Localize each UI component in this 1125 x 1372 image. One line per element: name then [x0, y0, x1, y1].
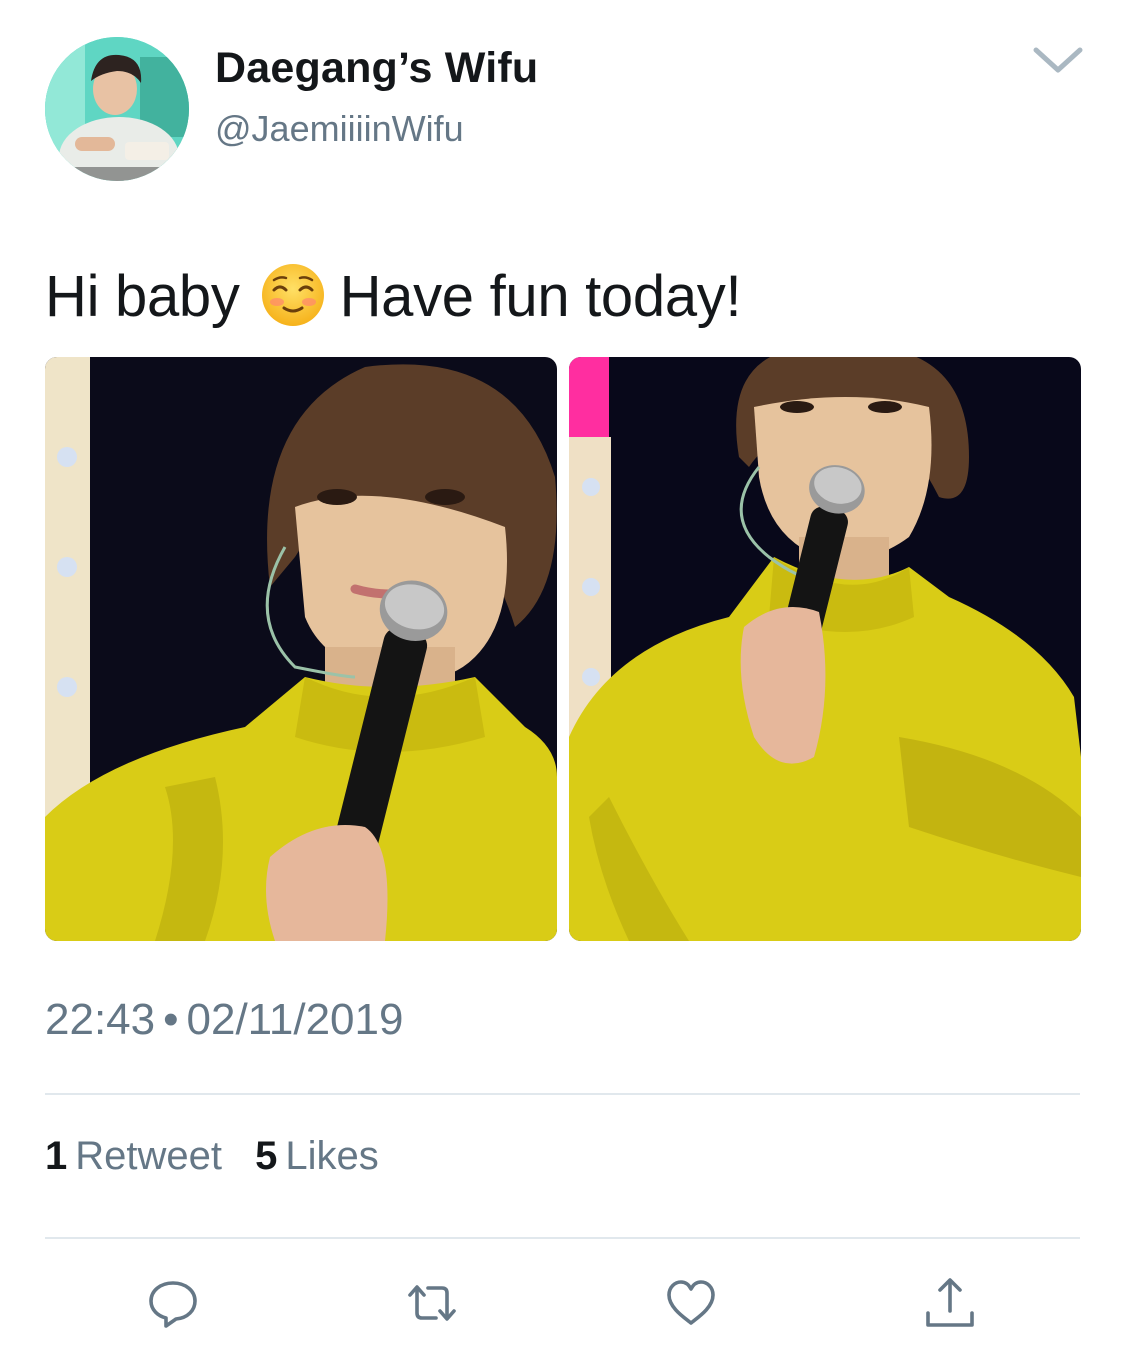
tweet-text-part: Have fun today!	[339, 264, 742, 329]
display-name[interactable]: Daegang’s Wifu	[215, 44, 538, 93]
share-icon[interactable]	[922, 1275, 978, 1331]
timestamp-separator: •	[163, 995, 179, 1044]
tweet-photo-1[interactable]	[45, 357, 557, 941]
tweet-card: Daegang’s Wifu @JaemiiiinWifu Hi baby Ha…	[0, 0, 1125, 1372]
tweet-timestamp: 22:43 • 02/11/2019	[45, 995, 403, 1045]
tweet-time: 22:43	[45, 995, 156, 1044]
retweet-stat[interactable]: 1 Retweet	[45, 1134, 222, 1179]
avatar-photo	[45, 37, 189, 181]
tweet-stats: 1 Retweet 5 Likes	[45, 1134, 401, 1179]
chevron-down-icon[interactable]	[1030, 38, 1086, 82]
tweet-text-part: Hi baby	[45, 264, 240, 329]
like-icon[interactable]	[663, 1275, 719, 1331]
divider	[45, 1237, 1080, 1239]
user-handle[interactable]: @JaemiiiinWifu	[215, 108, 464, 150]
reply-icon[interactable]	[145, 1275, 201, 1331]
retweet-label: Retweet	[75, 1134, 222, 1178]
retweet-icon[interactable]	[404, 1275, 460, 1331]
smiling-face-emoji-icon	[260, 262, 326, 328]
tweet-photo-2[interactable]	[569, 357, 1081, 941]
retweet-count: 1	[45, 1134, 68, 1178]
like-count: 5	[255, 1134, 278, 1178]
tweet-text: Hi baby Have fun today!	[45, 262, 742, 330]
avatar[interactable]	[45, 37, 189, 181]
like-stat[interactable]: 5 Likes	[255, 1134, 379, 1179]
tweet-date: 02/11/2019	[186, 995, 404, 1044]
like-label: Likes	[285, 1134, 379, 1178]
divider	[45, 1093, 1080, 1095]
